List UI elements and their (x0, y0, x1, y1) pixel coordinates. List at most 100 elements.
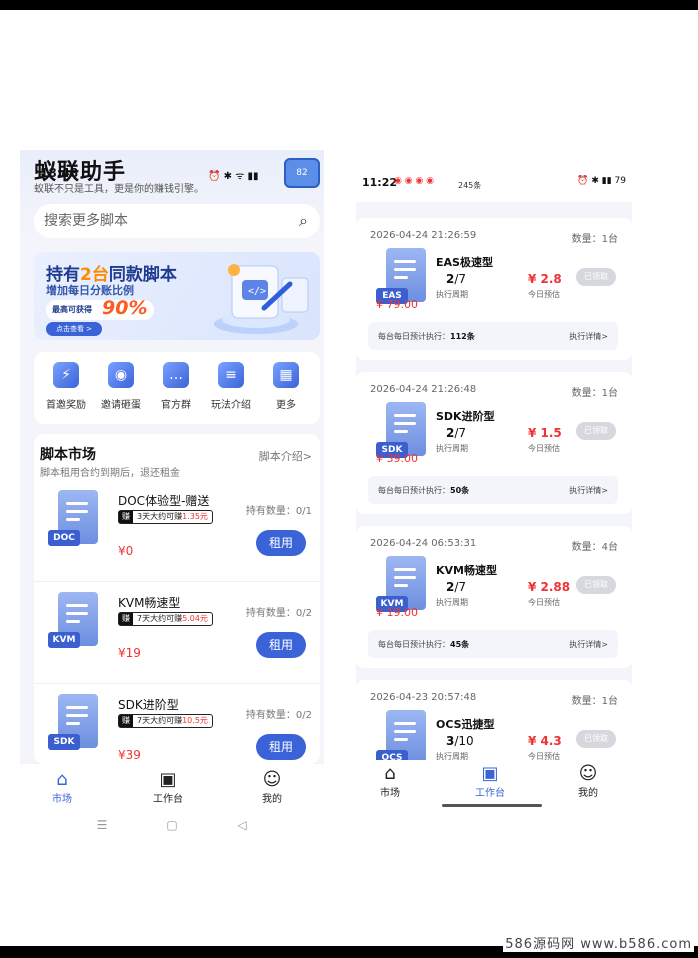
home-icon: ⌂ (56, 769, 68, 790)
script-name: DOC体验型-赠送 (118, 494, 210, 508)
daily-execution: 每台每日预计执行：50条 (378, 486, 470, 495)
quick-action-group[interactable]: … 官方群 (146, 362, 206, 411)
banner-max-pill: 最高可获得 90% (46, 297, 154, 320)
script-price: ¥19 (118, 646, 141, 660)
tab-label: 市场 (380, 788, 400, 799)
claimed-button[interactable]: 已领取 (576, 422, 616, 440)
script-tag: KVM (48, 632, 80, 648)
banner-max-value: 90% (102, 297, 148, 319)
tab-label: 市场 (52, 794, 72, 805)
user-icon: ☺ (578, 763, 598, 784)
script-price: ¥0 (118, 544, 134, 558)
order-date: 2026-04-24 21:26:48 (370, 384, 477, 395)
claimed-button[interactable]: 已领取 (576, 576, 616, 594)
bottom-tab-bar: ⌂ 市场 ▣ 工作台 ☺ 我的 ☰ ▢ ◁ (20, 764, 324, 840)
bottom-tab-bar: ⌂ 市场 ▣ 工作台 ☺ 我的 (356, 760, 632, 812)
market-screen: 蚁联助手 18:48 ⏰ ✱ ᯤ ▮▮ 82 蚁联不只是工具，更是你的赚钱引擎。… (20, 150, 324, 840)
quick-action-label: 首邀奖励 (46, 400, 86, 411)
order-price: ¥ 19.00 (376, 606, 418, 619)
script-name: KVM畅速型 (436, 564, 497, 577)
execution-detail-link[interactable]: 执行详情> (569, 331, 608, 342)
period-value: 2/7 (446, 272, 467, 286)
daily-execution-row: 每台每日预计执行：50条 执行详情> (368, 476, 618, 504)
home-nav-icon[interactable]: ▢ (137, 818, 207, 832)
quick-action-label: 玩法介绍 (211, 400, 251, 411)
execution-detail-link[interactable]: 执行详情> (569, 485, 608, 496)
order-quantity: 数量：1台 (571, 234, 618, 245)
market-title: 脚本市场 (40, 447, 96, 463)
promo-banner[interactable]: 持有2台同款脚本 增加每日分账比例 最高可获得 90% 点击查看 > </> (34, 252, 320, 340)
tab-workbench[interactable]: ▣ 工作台 (138, 769, 198, 806)
period-value: 3/10 (446, 734, 474, 748)
banner-subtitle: 增加每日分账比例 (46, 284, 134, 297)
order-date: 2026-04-24 21:26:59 (370, 230, 477, 241)
market-item: DOC DOC体验型-赠送 赚 3天大约可赚1.35元 ¥0 持有数量：0/1 租… (34, 482, 320, 582)
banner-illustration: </> (214, 264, 309, 334)
menu-nav-icon[interactable]: ☰ (67, 818, 137, 832)
period-value: 2/7 (446, 580, 467, 594)
tab-market[interactable]: ⌂ 市场 (360, 764, 420, 800)
quick-action-more[interactable]: ▦ 更多 (256, 362, 316, 411)
home-indicator[interactable] (442, 804, 542, 807)
egg-icon: ◉ (108, 362, 134, 388)
script-name: EAS极速型 (436, 256, 493, 269)
top-black-bar (0, 0, 698, 10)
tab-market[interactable]: ⌂ 市场 (32, 769, 92, 806)
search-placeholder: 搜索更多脚本 (44, 213, 128, 229)
claimed-button[interactable]: 已领取 (576, 268, 616, 286)
rent-button[interactable]: 租用 (256, 734, 306, 760)
period-value: 2/7 (446, 426, 467, 440)
record-count: 245条 (458, 181, 482, 190)
status-time: 11:22 (362, 176, 398, 189)
tab-label: 工作台 (475, 788, 505, 799)
order-price: ¥ 79.00 (376, 298, 418, 311)
svg-text:</>: </> (248, 286, 266, 297)
doc-icon: KVM (48, 592, 100, 654)
tab-label: 我的 (262, 794, 282, 805)
quick-action-egg[interactable]: ◉ 邀请砸蛋 (91, 362, 151, 411)
market-subtitle: 脚本租用合约到期后，退还租金 (40, 468, 180, 479)
order-quantity: 数量：4台 (571, 542, 618, 553)
script-intro-link[interactable]: 脚本介绍> (259, 448, 312, 464)
owned-count: 持有数量：0/1 (245, 506, 312, 517)
lightning-icon: ⚡ (53, 362, 79, 388)
estimate-value: ¥ 1.5 (528, 426, 562, 440)
status-bar: 11:22 ◉ ◉ ◉ ◉ 245条 ⏰ ✱ ▮▮ 79 (356, 166, 632, 202)
banner-max-label: 最高可获得 (52, 305, 92, 314)
quick-action-label: 邀请砸蛋 (101, 400, 141, 411)
script-market: 脚本市场 脚本租用合约到期后，退还租金 脚本介绍> DOC DOC体验型-赠送 … (34, 434, 320, 764)
monitor-icon: ▣ (159, 769, 177, 790)
order-quantity: 数量：1台 (571, 388, 618, 399)
order-card: 2026-04-24 21:26:48 数量：1台 SDK SDK进阶型 2/7… (356, 372, 632, 514)
script-tag: SDK (48, 734, 80, 750)
claimed-button[interactable]: 已领取 (576, 730, 616, 748)
script-name: SDK进阶型 (436, 410, 495, 423)
quick-action-label: 官方群 (161, 400, 191, 411)
banner-cta-button[interactable]: 点击查看 > (46, 322, 102, 336)
quick-action-guide[interactable]: ≡ 玩法介绍 (201, 362, 261, 411)
script-name: KVM畅速型 (118, 596, 181, 610)
book-icon: ≡ (218, 362, 244, 388)
rent-button[interactable]: 租用 (256, 530, 306, 556)
search-input[interactable]: 搜索更多脚本 ⌕ (34, 204, 320, 238)
chat-icon: … (163, 362, 189, 388)
quick-action-invite-reward[interactable]: ⚡ 首邀奖励 (36, 362, 96, 411)
order-date: 2026-04-23 20:57:48 (370, 692, 477, 703)
execution-detail-link[interactable]: 执行详情> (569, 639, 608, 650)
tab-workbench[interactable]: ▣ 工作台 (460, 764, 520, 800)
tab-label: 工作台 (153, 794, 183, 805)
script-price: ¥39 (118, 748, 141, 762)
search-icon[interactable]: ⌕ (299, 204, 308, 238)
app-subtitle: 蚁联不只是工具，更是你的赚钱引擎。 (34, 184, 204, 195)
period-label: 执行周期 (436, 598, 468, 607)
back-nav-icon[interactable]: ◁ (207, 818, 277, 832)
tab-mine[interactable]: ☺ 我的 (242, 770, 302, 806)
period-label: 执行周期 (436, 290, 468, 299)
order-card: 2026-04-24 06:53:31 数量：4台 KVM KVM畅速型 2/7… (356, 526, 632, 668)
daily-execution-row: 每台每日预计执行：112条 执行详情> (368, 322, 618, 350)
grid-icon: ▦ (273, 362, 299, 388)
tab-mine[interactable]: ☺ 我的 (558, 763, 618, 800)
status-icons: ⏰ ✱ ᯤ ▮▮ (208, 171, 259, 182)
rent-button[interactable]: 租用 (256, 632, 306, 658)
script-tag: DOC (48, 530, 80, 546)
